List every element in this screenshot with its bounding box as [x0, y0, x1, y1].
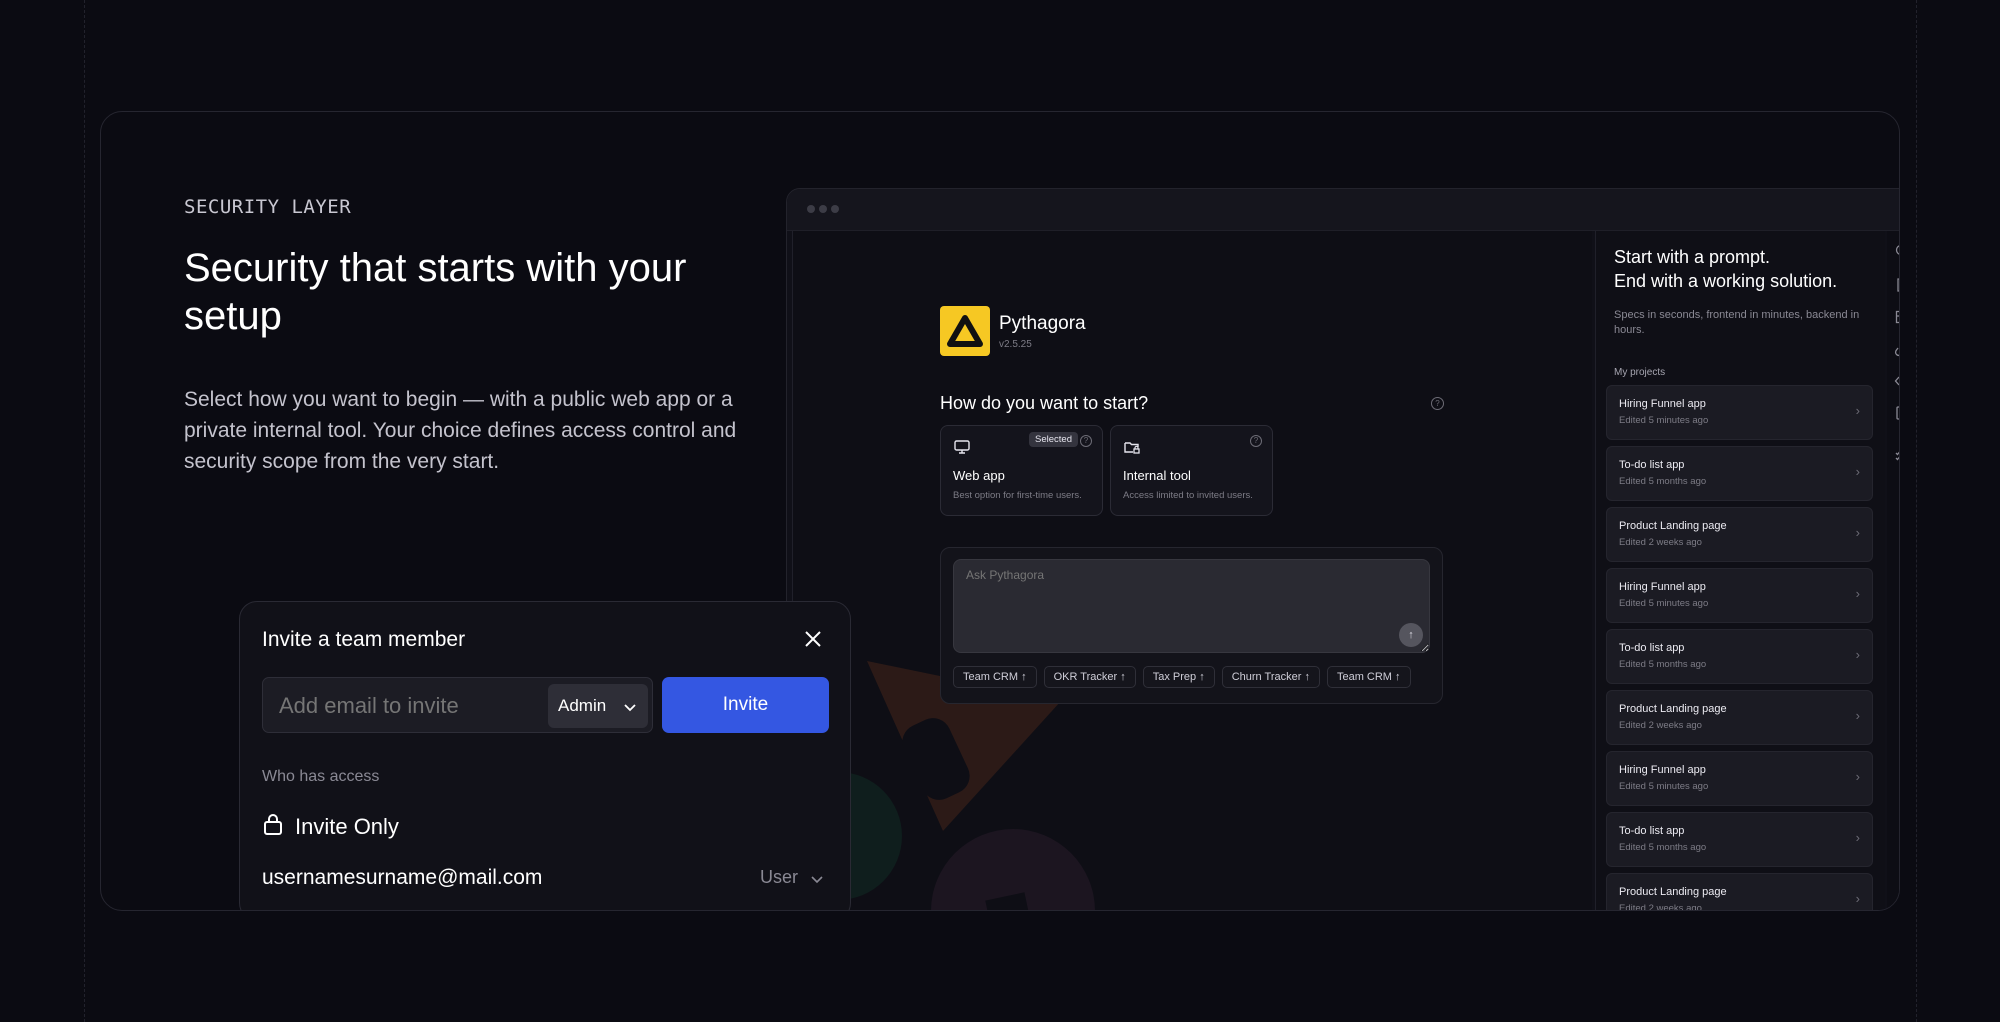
option-internal-tool[interactable]: ? Internal tool Access limited to invite…: [1110, 425, 1273, 516]
project-item[interactable]: Hiring Funnel app Edited 5 minutes ago ›: [1606, 385, 1873, 440]
folder-lock-icon: [1124, 442, 1140, 454]
chevron-right-icon: ›: [1855, 769, 1860, 784]
option-description: Best option for first-time users.: [953, 490, 1082, 501]
monitor-icon: [954, 440, 970, 454]
projects-sidebar: Start with a prompt. End with a working …: [1595, 231, 1885, 910]
project-list: Hiring Funnel app Edited 5 minutes ago › T…: [1606, 385, 1873, 910]
suggestion-chip[interactable]: Tax Prep ↑: [1142, 666, 1215, 688]
code-icon[interactable]: [1894, 373, 1900, 389]
pythagora-logo: [940, 306, 990, 356]
role-select[interactable]: Admin: [548, 684, 648, 728]
window-dot: [807, 205, 815, 213]
icon-rail: [1887, 231, 1900, 910]
help-icon[interactable]: ?: [1080, 435, 1092, 447]
arrow-up-icon: ↑: [1408, 629, 1414, 641]
project-item[interactable]: To-do list app Edited 5 months ago ›: [1606, 812, 1873, 867]
app-main: Pythagora v2.5.25 How do you want to sta…: [792, 231, 1592, 910]
invite-dialog: Invite a team member Admin Invite Who ha…: [239, 601, 851, 910]
access-mode-label: Invite Only: [295, 814, 399, 839]
member-email: usernamesurname@mail.com: [262, 866, 543, 889]
project-item[interactable]: To-do list app Edited 5 months ago ›: [1606, 629, 1873, 684]
arrow-up-icon: ↑: [1199, 671, 1205, 683]
option-title: Internal tool: [1123, 468, 1191, 483]
prompt-input[interactable]: [953, 559, 1430, 653]
suggestion-chip[interactable]: Team CRM ↑: [953, 666, 1037, 688]
app-window: Pythagora v2.5.25 How do you want to sta…: [786, 188, 1900, 910]
section-headline: Security that starts with your setup: [184, 246, 687, 338]
chevron-right-icon: ›: [1855, 525, 1860, 540]
role-label: Admin: [558, 696, 607, 715]
arrow-up-icon: ↑: [1304, 671, 1310, 683]
send-button[interactable]: ↑: [1399, 623, 1423, 647]
arrow-up-icon: ↑: [1395, 671, 1401, 683]
link-icon[interactable]: [1894, 341, 1900, 357]
selected-badge: Selected: [1029, 432, 1078, 447]
start-question: How do you want to start?: [940, 393, 1149, 413]
file-info-icon[interactable]: [1894, 405, 1900, 421]
brand-name: Pythagora: [999, 313, 1086, 334]
member-role-select[interactable]: User: [760, 867, 798, 888]
option-title: Web app: [953, 468, 1005, 483]
search-icon[interactable]: [1894, 243, 1900, 259]
arrow-up-icon: ↑: [1021, 671, 1027, 683]
chevron-right-icon: ›: [1855, 830, 1860, 845]
project-item[interactable]: Product Landing page Edited 2 weeks ago ›: [1606, 690, 1873, 745]
sidebar-title: Start with a prompt. End with a working …: [1614, 247, 1838, 291]
invite-button[interactable]: Invite: [662, 677, 829, 733]
option-web-app[interactable]: Selected ? Web app Best option for first…: [940, 425, 1103, 516]
checklist-icon[interactable]: [1894, 449, 1900, 465]
project-item[interactable]: Hiring Funnel app Edited 5 minutes ago ›: [1606, 751, 1873, 806]
projects-label: My projects: [1614, 367, 1666, 378]
suggestion-chip[interactable]: Churn Tracker ↑: [1221, 666, 1320, 688]
window-titlebar: [787, 189, 1899, 231]
project-item[interactable]: To-do list app Edited 5 months ago ›: [1606, 446, 1873, 501]
chevron-right-icon: ›: [1855, 464, 1860, 479]
feature-panel: SECURITY LAYER Security that starts with…: [100, 111, 1900, 911]
document-icon[interactable]: [1894, 277, 1900, 293]
chevron-right-icon: ›: [1855, 647, 1860, 662]
dialog-title: Invite a team member: [262, 628, 466, 651]
invite-email-field: Admin: [262, 677, 653, 733]
access-heading: Who has access: [262, 768, 380, 785]
window-dot: [819, 205, 827, 213]
chevron-down-icon: [624, 704, 636, 712]
arrow-up-icon: ↑: [1120, 671, 1126, 683]
close-icon[interactable]: [802, 628, 824, 650]
version-label: v2.5.25: [999, 339, 1032, 350]
suggestion-chip[interactable]: OKR Tracker ↑: [1043, 666, 1136, 688]
prompt-composer: ↑ Team CRM ↑ OKR Tracker ↑ Tax Prep ↑ Ch…: [940, 547, 1443, 704]
suggestion-chips: Team CRM ↑ OKR Tracker ↑ Tax Prep ↑ Chur…: [953, 666, 1411, 688]
project-item[interactable]: Product Landing page Edited 2 weeks ago ›: [1606, 873, 1873, 910]
window-dot: [831, 205, 839, 213]
section-eyebrow: SECURITY LAYER: [184, 196, 352, 218]
guide-line-left: [84, 0, 85, 1022]
chevron-right-icon: ›: [1855, 891, 1860, 906]
help-icon[interactable]: ?: [1250, 435, 1262, 447]
sidebar-subtitle: Specs in seconds, frontend in minutes, b…: [1614, 309, 1860, 336]
guide-line-right: [1916, 0, 1917, 1022]
section-description: Select how you want to begin — with a pu…: [184, 388, 737, 473]
help-icon[interactable]: ?: [1431, 397, 1444, 410]
email-input[interactable]: [279, 690, 539, 722]
chevron-right-icon: ›: [1855, 586, 1860, 601]
chevron-down-icon[interactable]: [810, 872, 824, 886]
chevron-right-icon: ›: [1855, 708, 1860, 723]
option-description: Access limited to invited users.: [1123, 490, 1253, 501]
chevron-right-icon: ›: [1855, 403, 1860, 418]
lock-icon: [264, 814, 282, 835]
suggestion-chip[interactable]: Team CRM ↑: [1326, 666, 1411, 688]
project-item[interactable]: Product Landing page Edited 2 weeks ago ›: [1606, 507, 1873, 562]
project-item[interactable]: Hiring Funnel app Edited 5 minutes ago ›: [1606, 568, 1873, 623]
layout-icon[interactable]: [1894, 309, 1900, 325]
